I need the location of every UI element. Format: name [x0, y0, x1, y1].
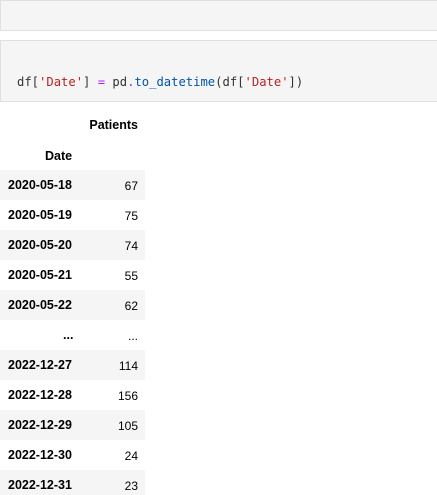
row-index-date: 2020-05-18 [8, 178, 72, 192]
table-row: 2022-12-28 156 [0, 380, 145, 410]
row-value-patients: 156 [117, 389, 138, 403]
table-row: ...... [0, 320, 145, 350]
row-index-date: 2022-12-27 [8, 358, 72, 372]
code-cell-set-index[interactable]: df['Date'] = pd.to_datetime(df['Date']) … [0, 40, 437, 102]
index-header-row: Date [0, 140, 145, 170]
row-value-patients: 24 [124, 449, 138, 463]
row-index-date: ... [63, 328, 74, 342]
row-index-date: 2022-12-30 [8, 448, 72, 462]
row-value-patients: 114 [118, 359, 138, 373]
code-token: = [90, 75, 113, 89]
table-row: 2020-05-21 55 [0, 260, 145, 290]
row-value-patients: 75 [124, 209, 138, 223]
table-row: 2020-05-19 75 [0, 200, 145, 230]
row-index-date: 2022-12-31 [8, 478, 72, 492]
row-index-date: 2022-12-29 [8, 418, 72, 432]
notebook-page: df = df.groupby(by='Date', as_index=Fals… [0, 0, 437, 495]
table-row: 2022-12-27 114 [0, 350, 145, 380]
index-header-date: Date [45, 149, 73, 163]
row-index-date: 2020-05-19 [8, 208, 72, 222]
table-row: 2022-12-30 24 [0, 440, 145, 470]
table-body: 2020-05-18 67 2020-05-19 75 2020-05-20 74 2020… [0, 170, 145, 495]
row-value-patients: 23 [124, 479, 138, 493]
table-row: 2022-12-29 105 [0, 410, 145, 440]
column-header-patients: Patients [89, 118, 138, 132]
code-token: 'Date' [244, 75, 289, 89]
row-value-patients: 55 [124, 269, 138, 283]
row-value-patients: 105 [117, 419, 138, 433]
table-row: 2020-05-20 74 [0, 230, 145, 260]
code-token: df[ [17, 75, 40, 89]
row-index-date: 2022-12-28 [8, 388, 72, 402]
row-index-date: 2020-05-21 [8, 268, 72, 282]
code-token: 'Date' [39, 75, 84, 89]
row-value-patients: 74 [124, 239, 138, 253]
code-token: to_datetime [134, 75, 216, 89]
table-row: 2020-05-18 67 [0, 170, 145, 200]
row-index-date: 2020-05-20 [8, 238, 72, 252]
column-header-row: Patients [0, 110, 145, 140]
table-row: 2020-05-22 62 [0, 290, 145, 320]
row-value-patients: ... [127, 329, 138, 343]
row-value-patients: 62 [124, 299, 138, 313]
code-token: pd [112, 75, 128, 89]
code-token: ]) [288, 75, 304, 89]
row-value-patients: 67 [124, 179, 138, 193]
row-index-date: 2020-05-22 [8, 298, 72, 312]
table-row: 2022-12-31 23 [0, 470, 145, 495]
code-token: (df[ [215, 75, 245, 89]
dataframe-output: Patients Date 2020-05-18 67 2020-05-19 75 20… [0, 110, 145, 495]
code-line: df['Date'] = pd.to_datetime(df['Date']) [17, 73, 437, 92]
code-cell-groupby[interactable]: df = df.groupby(by='Date', as_index=Fals… [0, 0, 437, 31]
